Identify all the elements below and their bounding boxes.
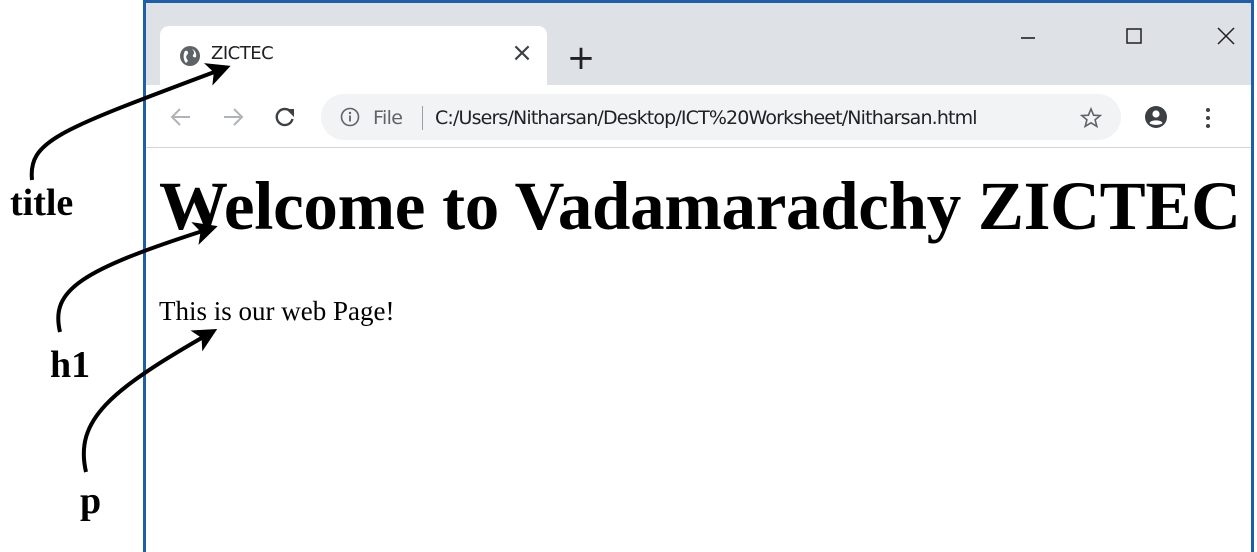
tab-close-icon[interactable]: ×	[510, 40, 534, 66]
browser-window: ZICTEC × + File C:/Users/Nitharsan/Deskt…	[143, 0, 1254, 552]
maximize-icon[interactable]	[1114, 19, 1154, 53]
annotation-p-label: p	[80, 480, 102, 522]
address-separator	[422, 106, 423, 130]
account-icon[interactable]	[1144, 105, 1168, 129]
url-text[interactable]: C:/Users/Nitharsan/Desktop/ICT%20Workshe…	[435, 107, 978, 129]
page-paragraph: This is our web Page!	[159, 296, 395, 326]
star-icon[interactable]	[1079, 106, 1103, 130]
minimize-icon[interactable]	[1008, 19, 1048, 53]
menu-icon[interactable]	[1202, 106, 1214, 130]
tab-strip: ZICTEC × +	[146, 3, 1251, 85]
forward-arrow-icon[interactable]	[221, 106, 245, 128]
browser-toolbar: File C:/Users/Nitharsan/Desktop/ICT%20Wo…	[146, 85, 1251, 148]
page-heading: Welcome to Vadamaradchy ZICTEC	[159, 168, 1241, 244]
new-tab-button[interactable]: +	[566, 41, 596, 75]
address-bar[interactable]: File C:/Users/Nitharsan/Desktop/ICT%20Wo…	[321, 94, 1121, 140]
globe-icon	[180, 46, 200, 66]
annotation-h1-label: h1	[50, 344, 91, 386]
annotation-title-label: title	[10, 182, 74, 224]
back-arrow-icon[interactable]	[169, 106, 193, 128]
reload-icon[interactable]	[273, 106, 297, 128]
close-icon[interactable]	[1206, 19, 1246, 53]
tab-zictec[interactable]: ZICTEC ×	[160, 26, 547, 85]
page-viewport: Welcome to Vadamaradchy ZICTEC This is o…	[146, 148, 1251, 552]
info-icon[interactable]	[340, 107, 360, 127]
tab-title: ZICTEC	[211, 43, 274, 64]
url-scheme-label: File	[373, 107, 403, 129]
